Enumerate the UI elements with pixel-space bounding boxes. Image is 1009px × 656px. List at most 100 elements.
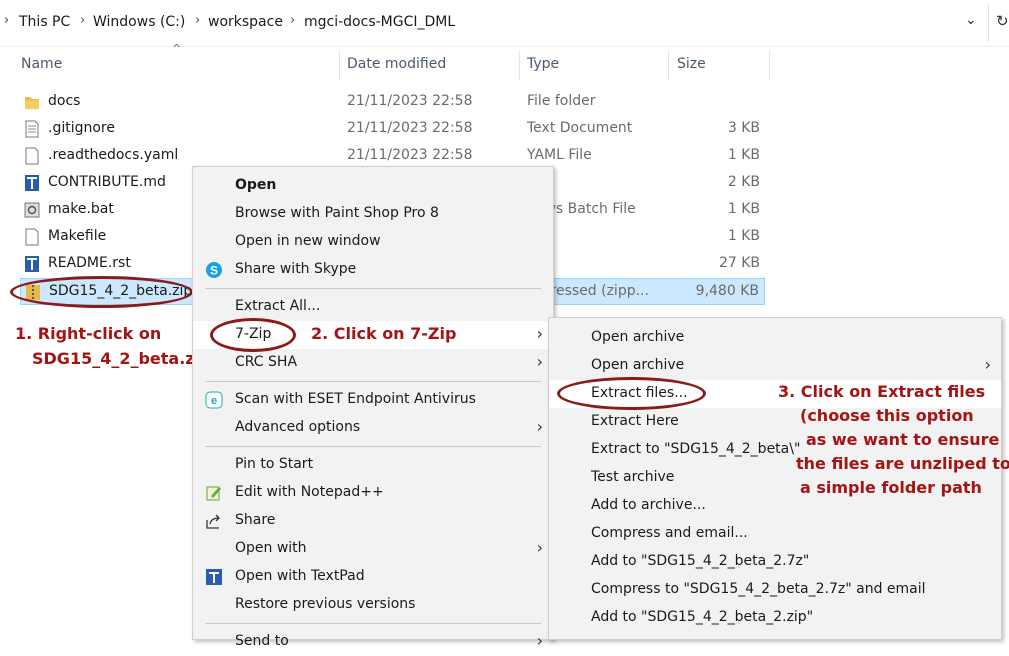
file-row[interactable]: .gitignore 21/11/2023 22:58 Text Documen… <box>20 116 765 143</box>
file-size: 27 KB <box>718 255 760 271</box>
menu-item-open[interactable]: Open <box>193 172 553 200</box>
divider <box>0 46 1009 47</box>
highlight-ellipse <box>10 276 193 308</box>
column-divider[interactable] <box>769 50 770 80</box>
column-header-date[interactable]: Date modified <box>347 56 446 72</box>
menu-item-scan-eset[interactable]: e Scan with ESET Endpoint Antivirus <box>193 386 553 414</box>
menu-item-restore[interactable]: Restore previous versions <box>193 591 553 619</box>
file-name: .readthedocs.yaml <box>48 147 179 163</box>
file-type: File folder <box>527 93 596 109</box>
file-size: 1 KB <box>727 201 760 217</box>
submenu-item[interactable]: Compress to "SDG15_4_2_beta_2.7z" and em… <box>549 576 1001 604</box>
menu-separator <box>205 446 541 447</box>
column-divider[interactable] <box>339 50 340 80</box>
address-divider <box>988 4 989 42</box>
file-icon <box>25 147 39 165</box>
textpad-icon <box>25 175 39 191</box>
menu-item-extract-all[interactable]: Extract All... <box>193 293 553 321</box>
menu-item-edit-notepad[interactable]: Edit with Notepad++ <box>193 479 553 507</box>
file-name: make.bat <box>48 201 114 217</box>
svg-text:S: S <box>210 264 218 278</box>
notepadpp-icon <box>206 486 221 501</box>
chevron-right-icon: › <box>536 324 543 343</box>
chevron-right-icon: › <box>984 355 991 374</box>
file-name: CONTRIBUTE.md <box>48 174 166 190</box>
batch-file-icon <box>24 202 40 218</box>
menu-separator <box>205 381 541 382</box>
folder-icon <box>25 97 39 109</box>
highlight-ellipse <box>210 318 296 352</box>
breadcrumb-this-pc[interactable]: This PC <box>19 14 70 30</box>
file-type: YAML File <box>527 147 592 163</box>
file-type: Text Document <box>527 120 633 136</box>
column-divider[interactable] <box>668 50 669 80</box>
menu-item-share-skype[interactable]: S Share with Skype <box>193 256 553 284</box>
file-size: 1 KB <box>727 228 760 244</box>
submenu-item[interactable]: Open archive <box>549 324 1001 352</box>
menu-item-send-to[interactable]: Send to › <box>193 628 553 656</box>
file-icon <box>25 228 39 246</box>
menu-item-advanced[interactable]: Advanced options › <box>193 414 553 442</box>
file-size: 3 KB <box>727 120 760 136</box>
file-date: 21/11/2023 22:58 <box>347 120 473 136</box>
column-divider[interactable] <box>519 50 520 80</box>
file-size: 2 KB <box>727 174 760 190</box>
submenu-item[interactable]: Compress and email... <box>549 520 1001 548</box>
highlight-ellipse <box>557 377 706 410</box>
file-name: README.rst <box>48 255 131 271</box>
column-header-type[interactable]: Type <box>527 56 559 72</box>
submenu-item[interactable]: Open archive › <box>549 352 1001 380</box>
menu-item-browse-psp[interactable]: Browse with Paint Shop Pro 8 <box>193 200 553 228</box>
breadcrumb-workspace[interactable]: workspace <box>208 14 283 30</box>
file-name: Makefile <box>48 228 107 244</box>
annotation-step3-line: (choose this option <box>800 406 974 425</box>
menu-item-share[interactable]: Share <box>193 507 553 535</box>
file-size: 1 KB <box>727 147 760 163</box>
breadcrumb-current-folder[interactable]: mgci-docs-MGCI_DML <box>304 14 455 30</box>
textpad-icon <box>25 256 39 272</box>
annotation-step2: 2. Click on 7-Zip <box>311 324 457 343</box>
menu-separator <box>205 288 541 289</box>
chevron-down-icon[interactable]: ⌄ <box>965 12 977 28</box>
annotation-step1-file: SDG15_4_2_beta.zip <box>32 349 212 368</box>
chevron-right-icon: › <box>80 13 86 28</box>
sort-up-icon: ^ <box>172 42 182 55</box>
chevron-right-icon: › <box>536 631 543 650</box>
context-menu: Open Browse with Paint Shop Pro 8 Open i… <box>192 166 554 650</box>
submenu-item[interactable]: Add to "SDG15_4_2_beta_2.7z" <box>549 548 1001 576</box>
menu-item-open-with[interactable]: Open with › <box>193 535 553 563</box>
file-size: 9,480 KB <box>695 283 759 299</box>
breadcrumb-windows-c[interactable]: Windows (C:) <box>93 14 185 30</box>
annotation-step1: 1. Right-click on <box>15 324 162 343</box>
chevron-right-icon: › <box>536 352 543 371</box>
chevron-right-icon: › <box>4 13 10 28</box>
annotation-step3-line: the files are unzliped to <box>796 454 1009 473</box>
column-header-name[interactable]: Name <box>21 56 62 72</box>
text-file-icon <box>25 120 39 138</box>
refresh-icon[interactable]: ↻ <box>996 12 1009 30</box>
svg-text:e: e <box>211 395 217 407</box>
chevron-right-icon: › <box>536 417 543 436</box>
menu-item-crc-sha[interactable]: CRC SHA › <box>193 349 553 377</box>
menu-item-pin-start[interactable]: Pin to Start <box>193 451 553 479</box>
annotation-step3-line: a simple folder path <box>800 478 982 497</box>
file-name: docs <box>48 93 81 109</box>
menu-item-open-textpad[interactable]: Open with TextPad <box>193 563 553 591</box>
chevron-right-icon: › <box>290 13 296 28</box>
menu-item-open-new-window[interactable]: Open in new window <box>193 228 553 256</box>
file-row[interactable]: docs 21/11/2023 22:58 File folder <box>20 89 765 116</box>
file-date: 21/11/2023 22:58 <box>347 93 473 109</box>
file-name: .gitignore <box>48 120 115 136</box>
column-header-size[interactable]: Size <box>677 56 706 72</box>
chevron-right-icon: › <box>195 13 201 28</box>
chevron-right-icon: › <box>536 538 543 557</box>
skype-icon: S <box>206 262 222 278</box>
submenu-item[interactable]: Add to "SDG15_4_2_beta_2.zip" <box>549 604 1001 632</box>
annotation-step3-line: as we want to ensure <box>806 430 1000 449</box>
share-icon <box>206 514 220 529</box>
menu-separator <box>205 623 541 624</box>
eset-icon: e <box>205 391 223 409</box>
annotation-step3: 3. Click on Extract files <box>778 382 986 401</box>
file-date: 21/11/2023 22:58 <box>347 147 473 163</box>
textpad-icon <box>206 569 222 585</box>
